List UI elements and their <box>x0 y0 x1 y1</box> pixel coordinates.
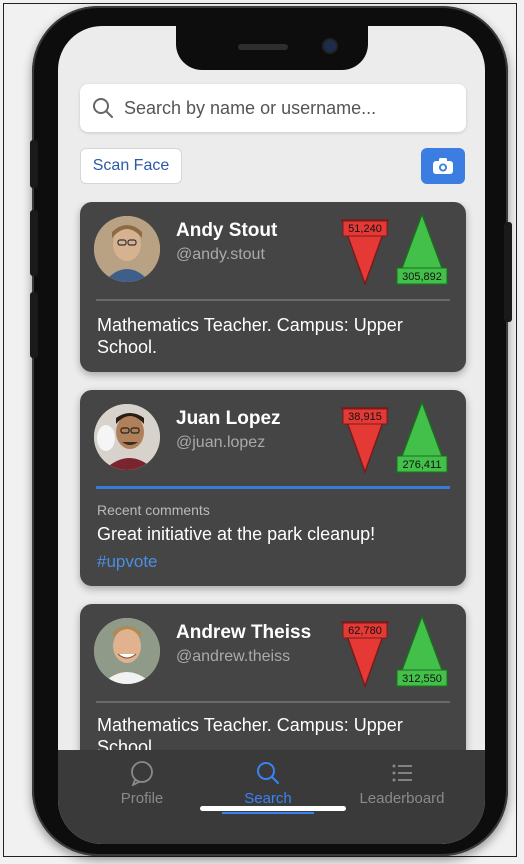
downvote-count: 51,240 <box>348 223 382 235</box>
side-button-left-1 <box>30 140 38 188</box>
tab-label: Leaderboard <box>359 790 445 807</box>
home-indicator[interactable] <box>200 806 346 811</box>
upvote-count: 305,892 <box>402 271 442 283</box>
user-card[interactable]: Andy Stout @andy.stout 51,240 305,892 Ma… <box>80 202 466 372</box>
user-card[interactable]: Andrew Theiss @andrew.theiss 62,780 312,… <box>80 604 466 762</box>
user-list[interactable]: Andy Stout @andy.stout 51,240 305,892 Ma… <box>58 202 485 762</box>
tab-label: Profile <box>120 790 164 807</box>
user-name[interactable]: Andrew Theiss <box>176 622 311 644</box>
avatar <box>94 618 160 684</box>
speaker-grille <box>238 44 288 50</box>
upvote-button[interactable]: 312,550 <box>394 613 450 695</box>
downvote-button[interactable]: 62,780 <box>340 620 390 693</box>
avatar <box>94 404 160 470</box>
avatar <box>94 216 160 282</box>
search-icon <box>257 762 279 784</box>
upvote-count: 276,411 <box>403 459 442 471</box>
comments-label: Recent comments <box>97 502 210 518</box>
camera-button[interactable] <box>421 148 465 184</box>
user-name[interactable]: Andy Stout <box>176 220 277 242</box>
scan-face-button[interactable]: Scan Face <box>80 148 182 184</box>
tab-leaderboard[interactable]: Leaderboard <box>342 760 462 807</box>
card-divider <box>96 701 450 703</box>
upvote-button[interactable]: 305,892 <box>394 211 450 293</box>
search-bar[interactable] <box>80 84 466 132</box>
bottom-tab-bar: Profile Search Leaderboard <box>58 750 485 844</box>
user-handle: @andy.stout <box>176 246 265 263</box>
tab-profile[interactable]: Profile <box>82 760 202 807</box>
phone-screen: Scan Face Andy Stout @andy.stout <box>58 26 485 844</box>
camera-icon <box>433 158 453 174</box>
side-button-right <box>504 222 512 322</box>
front-camera <box>324 40 336 52</box>
user-handle: @juan.lopez <box>176 434 266 451</box>
downvote-count: 62,780 <box>348 625 382 637</box>
card-divider <box>96 299 450 301</box>
list-icon <box>392 764 412 782</box>
user-bio: Mathematics Teacher. Campus: Upper Schoo… <box>97 315 403 357</box>
search-input[interactable] <box>122 96 446 120</box>
card-divider <box>96 486 450 489</box>
side-button-left-2 <box>30 210 38 276</box>
side-button-left-3 <box>30 292 38 358</box>
downvote-button[interactable]: 51,240 <box>340 218 390 291</box>
downvote-count: 38,915 <box>348 411 382 423</box>
tab-search[interactable]: Search <box>208 760 328 807</box>
user-name[interactable]: Juan Lopez <box>176 408 281 430</box>
chat-bubble-icon <box>131 761 153 786</box>
notch <box>176 26 368 70</box>
upvote-button[interactable]: 276,411 <box>394 399 450 481</box>
upvote-count: 312,550 <box>402 673 442 685</box>
user-handle: @andrew.theiss <box>176 648 291 665</box>
user-card[interactable]: Juan Lopez @juan.lopez 38,915 276,411 Re… <box>80 390 466 586</box>
active-tab-indicator <box>222 812 314 814</box>
tab-label: Search <box>244 790 292 807</box>
comment-text: Great initiative at the park cleanup! <box>97 524 376 544</box>
search-icon <box>93 98 113 118</box>
hashtag-link[interactable]: #upvote <box>97 552 158 572</box>
downvote-button[interactable]: 38,915 <box>340 406 390 479</box>
